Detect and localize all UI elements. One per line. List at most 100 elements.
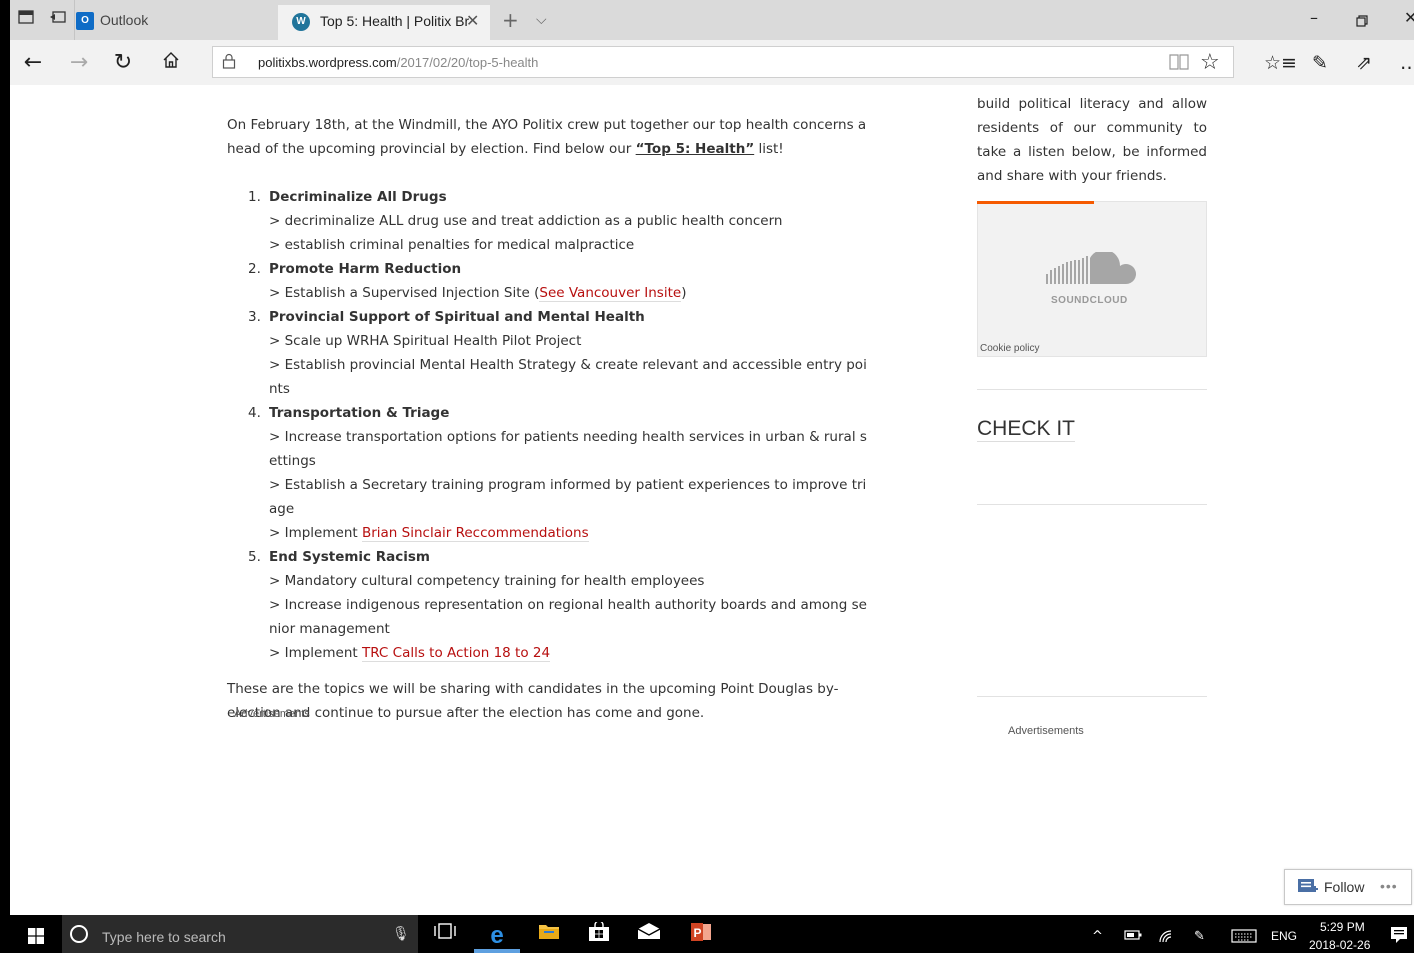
share-icon[interactable]: ⇗ (1356, 52, 1372, 74)
favorites-hub-icon[interactable]: ☆≡ (1264, 52, 1297, 74)
clock-date[interactable]: 2018-02-26 (1309, 938, 1370, 952)
wifi-icon[interactable] (1158, 929, 1174, 947)
topic-point: > Mandatory cultural competency training… (269, 573, 705, 589)
url-host: politixbs.wordpress.com (258, 55, 397, 70)
topic-title: End Systemic Racism (269, 549, 430, 565)
topic-item: 4. Transportation & Triage > Increase tran… (248, 401, 872, 545)
topic-number: 3. (248, 309, 261, 325)
outlook-icon: O (76, 12, 94, 30)
tab-label: Top 5: Health | Politix Br (320, 13, 470, 29)
outro-paragraph: These are the topics we will be sharing … (227, 681, 839, 721)
battery-icon[interactable] (1124, 929, 1142, 944)
topic-number: 1. (248, 189, 261, 205)
wordpress-icon: W (292, 13, 310, 31)
clock-time[interactable]: 5:29 PM (1320, 920, 1365, 934)
intro-paragraph: On February 18th, at the Windmill, the A… (227, 113, 872, 161)
topic-item: 3. Provincial Support of Spiritual and Me… (248, 305, 872, 401)
file-explorer-icon[interactable] (536, 922, 562, 946)
topics-list: 1. Decriminalize All Drugs > decriminalize… (227, 185, 872, 665)
topic-point: > Establish a Secretary training program… (269, 477, 867, 517)
divider (977, 696, 1207, 697)
restore-button[interactable] (1356, 12, 1368, 31)
topic-point-link[interactable]: See Vancouver Insite (539, 285, 682, 302)
chevron-down-icon[interactable]: ⌵ (536, 10, 547, 30)
soundcloud-progress (977, 201, 1094, 204)
ads-label-right: Advertisements (1008, 725, 1084, 737)
microphone-icon[interactable]: 🎙 (392, 926, 410, 942)
tabs-aside-icon[interactable] (16, 10, 36, 30)
topic-point: > establish criminal penalties for medic… (269, 237, 635, 253)
svg-text:P: P (694, 926, 702, 940)
topic-point-text: > Implement (269, 525, 362, 541)
topic-point-link[interactable]: TRC Calls to Action 18 to 24 (361, 645, 551, 662)
mail-icon[interactable] (636, 922, 662, 946)
tab-label: Outlook (100, 12, 149, 28)
follow-more-button[interactable]: ••• (1380, 878, 1398, 894)
divider (977, 389, 1207, 390)
pen-workspace-icon[interactable]: ✎ (1194, 929, 1205, 944)
topic-point: > Increase indigenous representation on … (269, 597, 867, 637)
new-tab-button[interactable]: + (502, 10, 519, 30)
topic-point-text: > Establish a Supervised Injection Site … (269, 285, 540, 301)
article-body: On February 18th, at the Windmill, the A… (227, 113, 872, 725)
touch-keyboard-icon[interactable] (1231, 929, 1257, 947)
topic-point: > Increase transportation options for pa… (269, 429, 867, 469)
topic-point: > Implement Brian Sinclair Reccommendati… (269, 521, 872, 545)
topic-point: > Establish provincial Mental Health Str… (269, 357, 867, 397)
action-center-icon[interactable] (1390, 926, 1408, 948)
divider (977, 504, 1207, 505)
more-icon[interactable]: … (1400, 52, 1414, 74)
window-edge (0, 0, 10, 953)
top5-health-link[interactable]: “Top 5: Health” (636, 141, 755, 157)
topic-point-link[interactable]: Brian Sinclair Reccommendations (361, 525, 589, 542)
topic-item: 1. Decriminalize All Drugs > decriminalize… (248, 185, 872, 257)
topic-item: 5. End Systemic Racism > Mandatory cultura… (248, 545, 872, 665)
cortana-icon (70, 925, 88, 943)
topic-heading: 4. Transportation & Triage (248, 401, 872, 425)
topic-number: 4. (248, 405, 261, 421)
soundcloud-wordmark: SOUNDCLOUD (1051, 295, 1128, 306)
task-view-icon[interactable] (432, 922, 458, 946)
follow-label[interactable]: Follow (1324, 879, 1364, 895)
show-hidden-icons[interactable]: ^ (1092, 929, 1103, 944)
topic-point: > decriminalize ALL drug use and treat a… (269, 213, 783, 229)
back-button[interactable]: ← (20, 50, 46, 76)
active-app-indicator (474, 949, 520, 953)
topic-point: > Implement TRC Calls to Action 18 to 24 (269, 641, 872, 665)
topic-point: > Scale up WRHA Spiritual Health Pilot P… (269, 333, 582, 349)
language-indicator[interactable]: ENG (1271, 929, 1297, 943)
close-window-button[interactable]: ✕ (1404, 8, 1414, 27)
minimize-button[interactable]: – (1310, 8, 1318, 27)
topic-heading: 5. End Systemic Racism (248, 545, 872, 569)
favorite-star-icon[interactable]: ☆ (1200, 50, 1220, 75)
reading-view-icon[interactable] (1168, 53, 1190, 71)
show-tabs-icon[interactable] (48, 10, 68, 30)
notes-pen-icon[interactable]: ✎ (1312, 52, 1328, 74)
topic-point-text: > Implement (269, 645, 362, 661)
store-icon[interactable] (586, 920, 612, 946)
url-text[interactable]: politixbs.wordpress.com/2017/02/20/top-5… (258, 55, 538, 70)
topic-title: Provincial Support of Spiritual and Ment… (269, 309, 645, 325)
topic-heading: 2. Promote Harm Reduction (248, 257, 872, 281)
cookie-policy-link[interactable]: Cookie policy (980, 343, 1039, 354)
topic-title: Transportation & Triage (269, 405, 450, 421)
topic-number: 2. (248, 261, 261, 277)
search-placeholder[interactable]: Type here to search (102, 929, 226, 945)
topic-title: Promote Harm Reduction (269, 261, 462, 277)
home-button[interactable] (158, 50, 184, 76)
edge-browser-icon[interactable]: e (484, 922, 510, 949)
intro-end: list! (754, 141, 784, 157)
topic-number: 5. (248, 549, 261, 565)
refresh-button[interactable]: ↻ (110, 50, 136, 76)
topic-point-text: ) (681, 285, 687, 301)
lock-icon (222, 53, 236, 69)
url-path: /2017/02/20/top-5-health (396, 55, 539, 70)
close-tab-icon[interactable]: ✕ (466, 11, 479, 30)
forward-button[interactable]: → (66, 50, 92, 76)
powerpoint-icon[interactable]: P (688, 922, 714, 946)
windows-start-icon[interactable] (28, 928, 44, 944)
tab-top-5-health[interactable]: W Top 5: Health | Politix Br ✕ (278, 5, 490, 40)
check-it-heading: CHECK IT (977, 417, 1076, 442)
ads-label-left: Advertisements (234, 708, 310, 720)
tab-outlook[interactable]: O Outlook (66, 0, 276, 40)
